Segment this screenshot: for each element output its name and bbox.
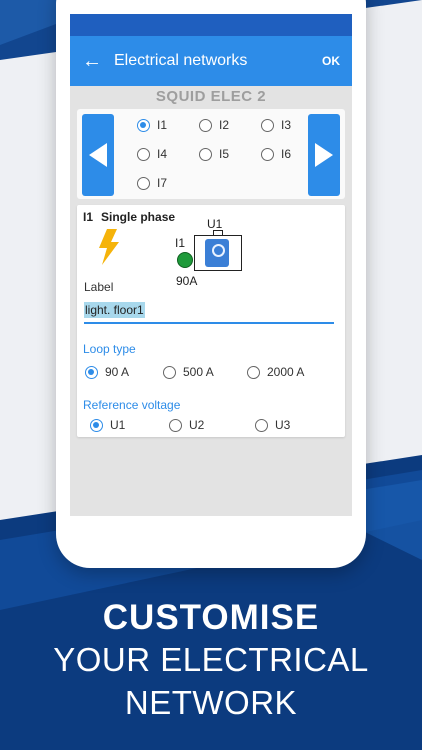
promo-headline: CUSTOMISE — [102, 598, 320, 637]
radio-icon — [255, 418, 268, 432]
radio-icon — [261, 118, 274, 132]
app-bar: ← Electrical networks OK — [70, 36, 352, 86]
channel-option-i6[interactable]: I6 — [261, 147, 291, 161]
ok-button[interactable]: OK — [310, 54, 352, 68]
radio-icon — [247, 365, 260, 379]
reference-voltage-heading: Reference voltage — [83, 398, 181, 412]
radio-icon — [199, 118, 212, 132]
channel-id: I1 — [83, 210, 94, 224]
status-led-icon — [177, 252, 193, 268]
channel-label: I4 — [157, 147, 168, 161]
channel-option-i2[interactable]: I2 — [199, 118, 229, 132]
sensor-current-label: I1 — [175, 236, 186, 250]
radio-icon — [137, 176, 150, 190]
channel-label: I1 — [157, 118, 168, 132]
loop-option-500a[interactable]: 500 A — [163, 365, 214, 379]
voltage-option-u2[interactable]: U2 — [169, 418, 204, 432]
loop-option-label: 500 A — [183, 365, 214, 379]
loop-option-2000a[interactable]: 2000 A — [247, 365, 304, 379]
channel-option-i3[interactable]: I3 — [261, 118, 291, 132]
voltage-option-label: U2 — [189, 418, 205, 432]
loop-option-label: 90 A — [105, 365, 130, 379]
radio-icon — [137, 147, 150, 161]
radio-selected-icon — [90, 418, 103, 432]
channel-option-i7[interactable]: I7 — [137, 176, 167, 190]
promo-line-2: YOUR ELECTRICAL — [53, 641, 369, 678]
next-button[interactable] — [308, 114, 340, 196]
back-arrow-icon[interactable]: ← — [70, 36, 114, 86]
channel-option-i5[interactable]: I5 — [199, 147, 229, 161]
sensor-voltage-label: U1 — [207, 217, 223, 231]
channel-label: I2 — [219, 118, 230, 132]
channel-label: I7 — [157, 176, 168, 190]
status-bar — [70, 14, 352, 36]
channel-label: I3 — [281, 118, 292, 132]
previous-button[interactable] — [82, 114, 114, 196]
channel-option-i1[interactable]: I1 — [137, 118, 167, 132]
radio-icon — [261, 147, 274, 161]
channel-detail-card: I1 Single phase U1 I1 90A Label light. fl… — [77, 205, 345, 437]
loop-option-label: 2000 A — [267, 365, 305, 379]
device-name: SQUID ELEC 2 — [155, 88, 267, 105]
current-clamp-icon — [205, 239, 229, 267]
label-input-value: light. floor1 — [84, 302, 145, 318]
promo-line-3: NETWORK — [124, 684, 298, 721]
radio-selected-icon — [137, 118, 150, 132]
loop-type-heading: Loop type — [83, 342, 136, 356]
radio-icon — [169, 418, 182, 432]
radio-icon — [199, 147, 212, 161]
voltage-option-u3[interactable]: U3 — [255, 418, 290, 432]
radio-selected-icon — [85, 365, 98, 379]
channel-option-i4[interactable]: I4 — [137, 147, 167, 161]
loop-option-90a[interactable]: 90 A — [85, 365, 129, 379]
voltage-option-label: U1 — [110, 418, 126, 432]
channel-label: I5 — [219, 147, 230, 161]
lightning-bolt-icon — [99, 229, 119, 265]
sensor-rating: 90A — [176, 274, 198, 288]
phase-type: Single phase — [101, 210, 176, 224]
left-triangle-icon — [89, 143, 107, 167]
app-screen: ← Electrical networks OK SQUID ELEC 2 I1… — [70, 14, 352, 516]
channel-label: I6 — [281, 147, 292, 161]
right-triangle-icon — [315, 143, 333, 167]
voltage-option-label: U3 — [275, 418, 291, 432]
channel-heading: I1 Single phase — [83, 210, 175, 224]
radio-icon — [163, 365, 176, 379]
app-title: Electrical networks — [114, 52, 248, 69]
voltage-option-u1[interactable]: U1 — [90, 418, 125, 432]
label-field-label: Label — [84, 280, 114, 294]
channel-selector: I1 I2 I3 I4 I5 I6 I7 — [77, 109, 345, 199]
